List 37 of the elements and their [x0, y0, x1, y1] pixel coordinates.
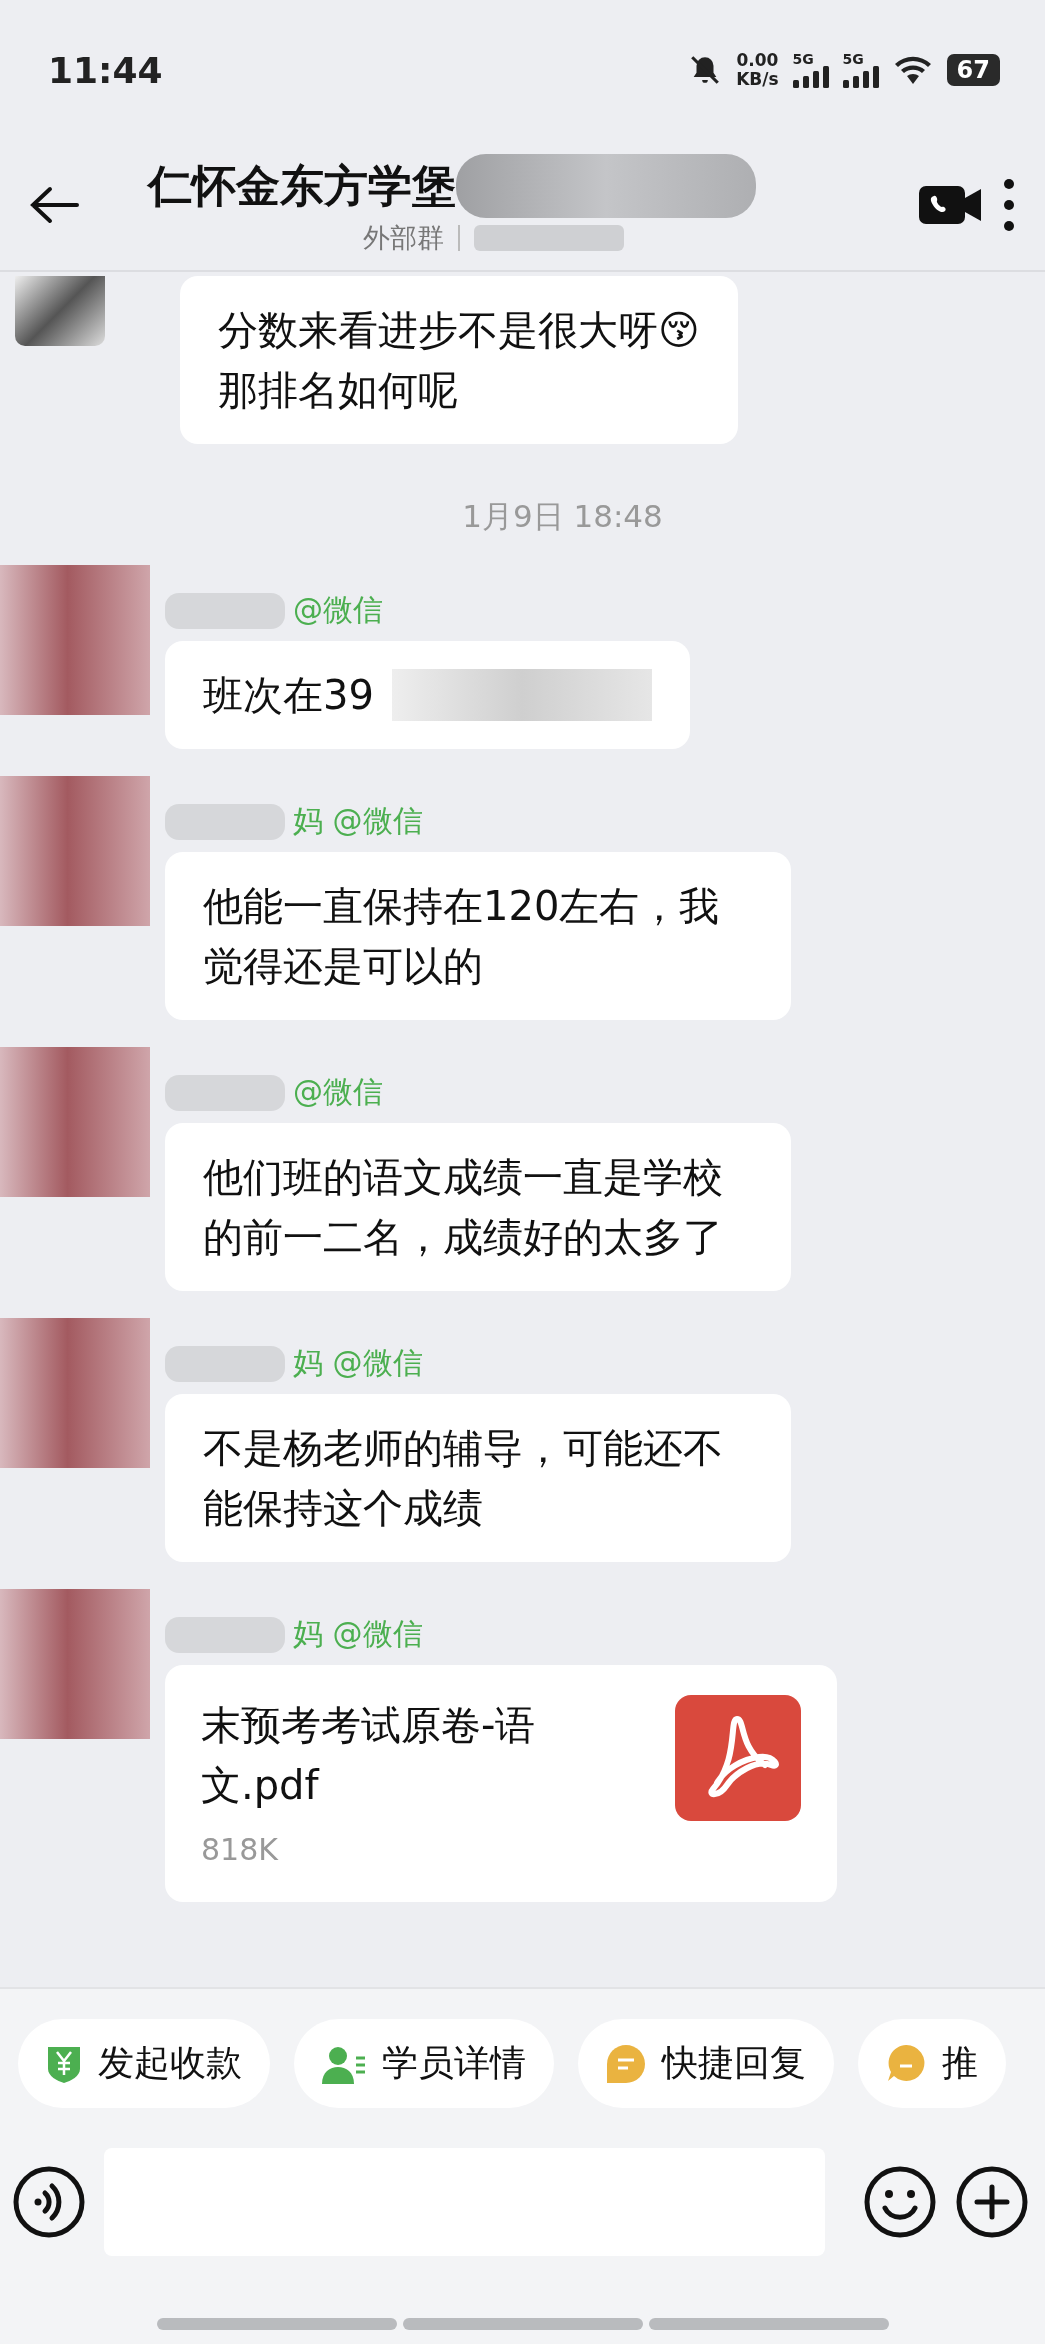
network-type: 5G: [792, 52, 814, 66]
message-bubble: 不是杨老师的辅导，可能还不能保持这个成绩: [165, 1394, 791, 1562]
chat-title: 仁怀金东方学堡: [148, 158, 456, 213]
quick-action-chip[interactable]: 推: [858, 2019, 1006, 2108]
quick-action-chip[interactable]: 快捷回复: [578, 2019, 834, 2108]
quick-action-chip[interactable]: 发起收款: [18, 2019, 270, 2108]
quick-action-chip[interactable]: 学员详情: [294, 2019, 554, 2108]
emoji-smiley-icon[interactable]: [863, 2165, 937, 2239]
sender-name: @微信: [293, 591, 383, 629]
file-size: 818K: [201, 1831, 279, 1869]
signal-icon: [792, 66, 829, 88]
network-speed: 0.00: [736, 51, 779, 70]
sender-name: @微信: [293, 1073, 383, 1111]
network-type: 5G: [842, 52, 864, 66]
message-bubble: 他们班的语文成绩一直是学校的前一二名，成绩好的太多了: [165, 1123, 791, 1291]
network-speed-unit: KB/s: [736, 70, 779, 89]
message-bubble: 他能一直保持在120左右，我觉得还是可以的: [165, 852, 791, 1020]
timestamp: 1月9日 18:48: [462, 497, 663, 536]
speech-bubble-icon: [606, 2043, 646, 2084]
pdf-file-icon: [675, 1695, 801, 1821]
clock-time: 11:44: [48, 49, 163, 91]
group-type-label: 外部群: [363, 221, 444, 255]
more-options-icon[interactable]: [1003, 178, 1015, 232]
speech-bubble-icon: [886, 2043, 926, 2084]
sender-name: 妈 @微信: [293, 1344, 423, 1382]
sender-name: 妈 @微信: [293, 1615, 423, 1653]
message-bubble: 分数来看进步不是很大呀😚 那排名如何呢: [180, 276, 738, 444]
battery-level: 67: [946, 54, 1000, 86]
back-arrow-icon[interactable]: [28, 185, 80, 225]
voice-input-icon[interactable]: [12, 2165, 86, 2239]
file-name: 末预考考试原卷-语文.pdf: [201, 1701, 537, 1810]
sender-name: 妈 @微信: [293, 802, 423, 840]
file-message-card[interactable]: 末预考考试原卷-语文.pdf 818K: [165, 1665, 837, 1902]
signal-icon: [842, 66, 879, 88]
message-bubble: 班次在39: [165, 641, 690, 749]
plus-add-icon[interactable]: [955, 2165, 1029, 2239]
video-call-icon[interactable]: [919, 184, 983, 226]
